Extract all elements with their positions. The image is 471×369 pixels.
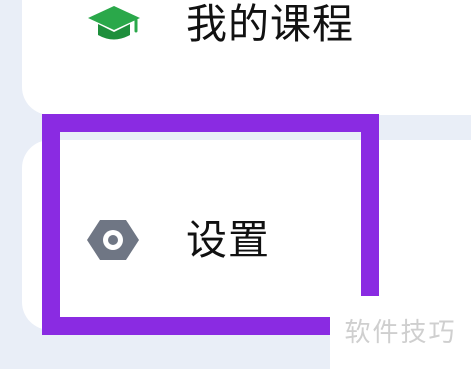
graduation-cap-icon bbox=[84, 0, 146, 48]
menu-item-label-my-courses: 我的课程 bbox=[186, 0, 354, 48]
watermark: 软件技巧 bbox=[330, 296, 471, 369]
menu-item-my-courses[interactable]: 我的课程 bbox=[84, 0, 354, 48]
highlight-box bbox=[42, 114, 379, 335]
watermark-text: 软件技巧 bbox=[344, 317, 457, 348]
